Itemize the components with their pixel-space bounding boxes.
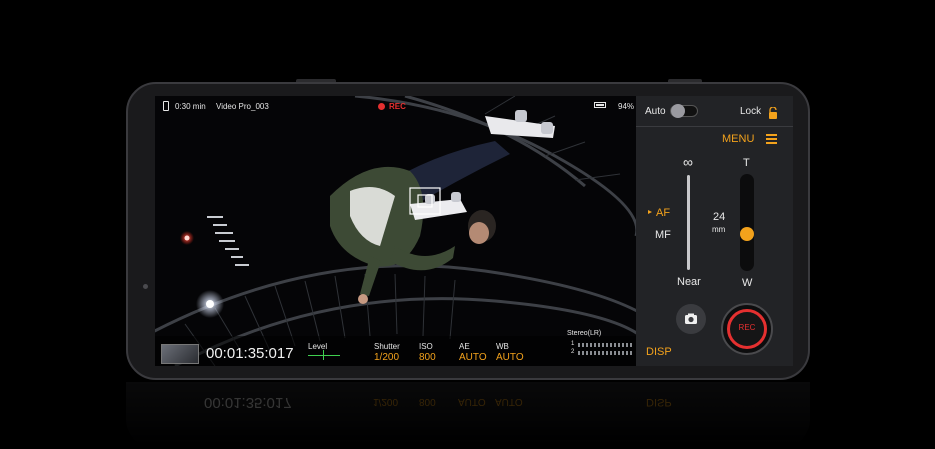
recording-dot-icon [378,103,385,110]
battery-fill [596,104,604,106]
audio-channel-2: 2 [571,349,575,355]
wb-label: WB [496,342,509,351]
control-panel: Auto Lock MENU ∞ Near T W AF MF 24 mm DI… [636,96,793,366]
audio-channel-1: 1 [571,341,575,347]
front-camera [143,284,148,289]
ae-value[interactable]: AUTO [459,352,487,363]
menu-icon[interactable] [766,134,777,144]
lock-label: Lock [740,106,762,117]
level-indicator [308,355,340,356]
shutter-value[interactable]: 1/200 [374,352,399,363]
wb-value[interactable]: AUTO [496,352,524,363]
record-button[interactable]: REC [721,303,773,355]
timecode: 00:01:35:017 [206,345,294,362]
iso-value[interactable]: 800 [419,352,436,363]
recording-indicator: REC [389,102,406,111]
audio-label: Stereo(LR) [567,330,602,337]
file-name: Video Pro_003 [216,102,269,111]
menu-button[interactable]: MENU [722,133,754,145]
disp-button[interactable]: DISP [646,346,672,358]
focus-infinity-label: ∞ [683,154,693,170]
record-button-label: REC [738,323,756,332]
camera-icon [685,313,697,324]
level-indicator-center [323,350,324,360]
focal-length-unit: mm [712,225,726,234]
audio-meter-ch2 [578,351,632,355]
status-bar: 0:30 min Video Pro_003 REC 94% [155,96,636,116]
live-camera-scene [155,96,636,366]
auto-toggle-knob [671,104,685,118]
af-mode-button[interactable]: AF [656,207,670,219]
battery-percent: 94% [618,102,635,111]
phone-icon [163,101,169,111]
ae-label: AE [459,342,470,351]
focus-slider-track[interactable] [687,175,690,270]
zoom-wide-label: W [742,277,753,289]
remaining-duration: 0:30 min [175,102,206,111]
audio-meter-ch1 [578,343,632,347]
recent-clip-thumbnail[interactable] [161,344,199,364]
zoom-slider-knob[interactable] [740,227,754,242]
focal-length-value: 24 [713,211,726,223]
focus-near-label: Near [677,276,701,288]
shutter-label: Shutter [374,342,400,351]
zoom-tele-label: T [743,157,750,169]
auto-toggle[interactable] [670,104,698,118]
top-divider [636,126,793,127]
iso-label: ISO [419,342,433,351]
photo-capture-button[interactable] [676,304,706,334]
zoom-slider[interactable] [740,174,754,271]
phone-reflection: 00:01:35:017 1/200 800 AUTO AUTO DISP [126,382,810,449]
af-selected-marker-icon [648,210,652,214]
camera-viewfinder[interactable]: 0:30 min Video Pro_003 REC 94% 00:01:35:… [155,96,636,366]
battery-icon [594,102,606,108]
lock-icon[interactable] [768,106,778,119]
shooting-info-bar: 00:01:35:017 Level Shutter 1/200 ISO 800… [155,330,636,366]
auto-label: Auto [645,106,666,117]
mf-mode-button[interactable]: MF [655,229,671,241]
level-label: Level [308,342,328,351]
